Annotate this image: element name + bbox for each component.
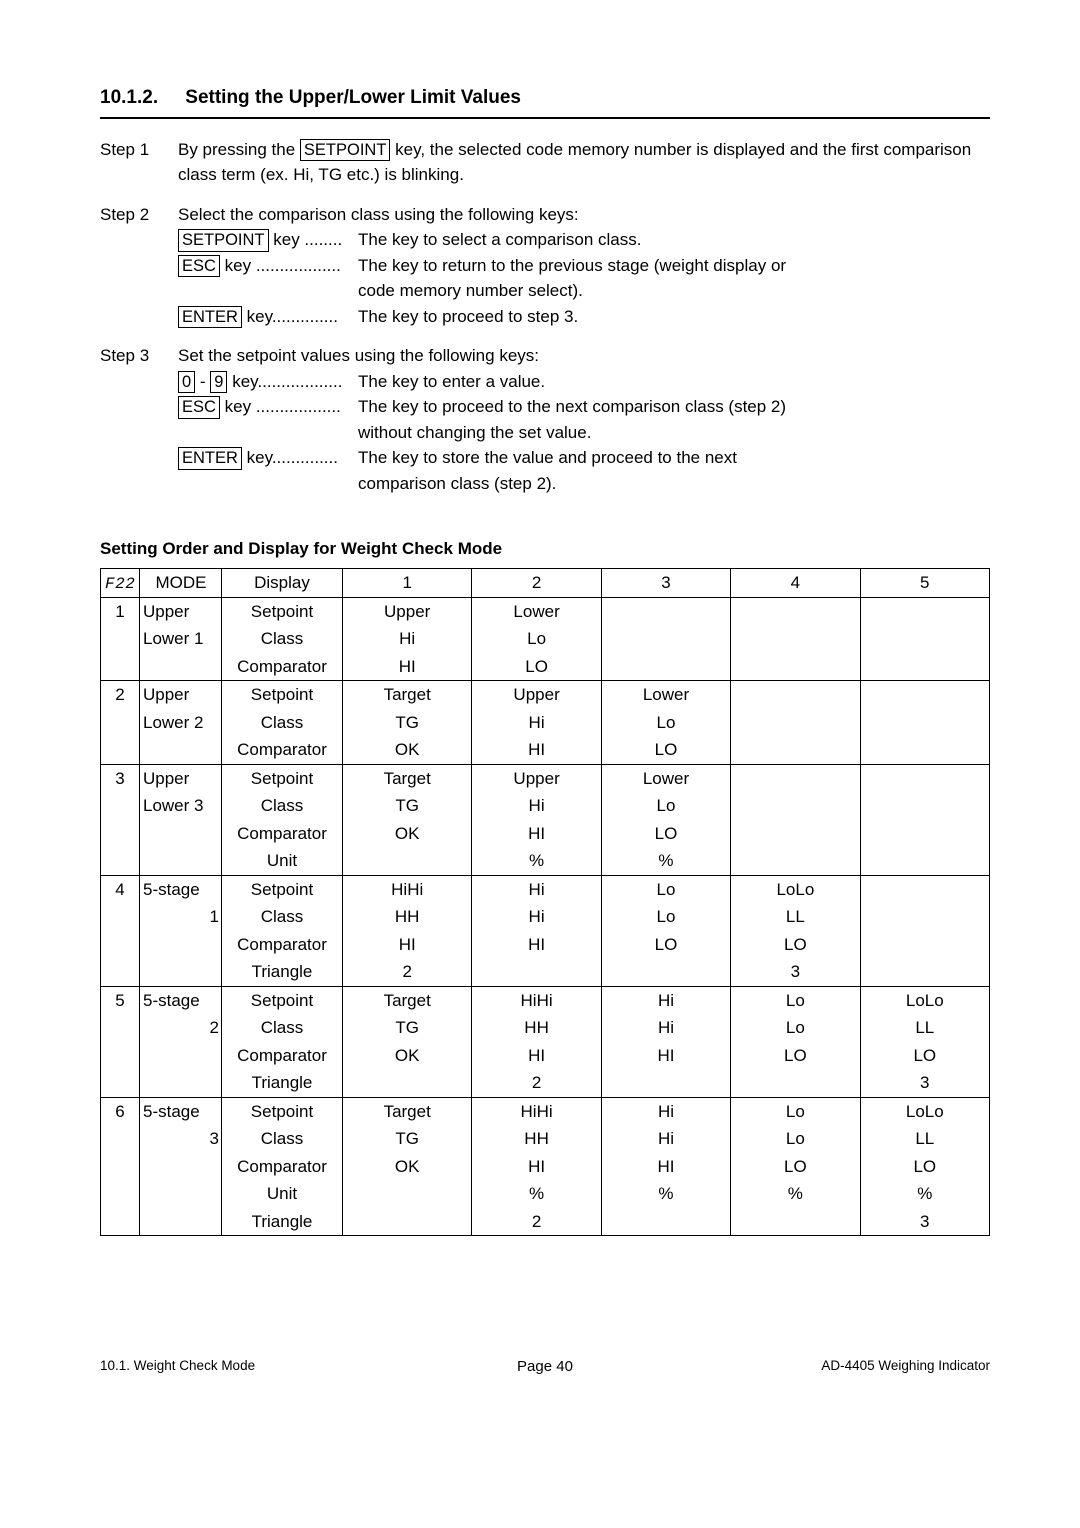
f22-label: F22 [105, 575, 135, 593]
step-label: Step 1 [100, 137, 178, 188]
table-row: ComparatorOKHILO [101, 820, 990, 848]
esc-key: ESC [178, 396, 220, 419]
enter-key: ENTER [178, 447, 242, 470]
setpoint-key: SETPOINT [300, 139, 391, 162]
section-title: Setting the Upper/Lower Limit Values [185, 87, 521, 108]
sub-heading: Setting Order and Display for Weight Che… [100, 536, 990, 562]
step-label: Step 2 [100, 202, 178, 330]
esc-key: ESC [178, 255, 220, 278]
table-row: 1ClassHHHiLoLL [101, 903, 990, 931]
table-row: Lower 1ClassHiLo [101, 625, 990, 653]
table-row: Unit%% [101, 847, 990, 875]
nine-key: 9 [210, 371, 227, 394]
table-row: 2ClassTGHHHiLoLL [101, 1014, 990, 1042]
step-2: Step 2 Select the comparison class using… [100, 202, 990, 330]
table-row: ComparatorOKHIHILOLO [101, 1042, 990, 1070]
section-number: 10.1.2. [100, 84, 180, 113]
table-row: ComparatorHILO [101, 653, 990, 681]
footer-page: Page 40 [100, 1356, 990, 1379]
page-footer: 10.1. Weight Check Mode Page 40 AD-4405 … [100, 1356, 990, 1376]
table-row: Unit%%%% [101, 1180, 990, 1208]
table-row: Triangle23 [101, 1208, 990, 1236]
step-body: Select the comparison class using the fo… [178, 202, 990, 330]
step-body: Set the setpoint values using the follow… [178, 343, 990, 496]
table-row: Lower 2ClassTGHiLo [101, 709, 990, 737]
table-row: ComparatorOKHILO [101, 736, 990, 764]
table-row: ComparatorOKHIHILOLO [101, 1153, 990, 1181]
setpoint-key: SETPOINT [178, 229, 269, 252]
table-header-row: F22 MODE Display 1 2 3 4 5 [101, 568, 990, 597]
table-row: 3ClassTGHHHiLoLL [101, 1125, 990, 1153]
zero-key: 0 [178, 371, 195, 394]
table-row: 65-stageSetpointTargetHiHiHiLoLoLo [101, 1097, 990, 1125]
table-row: 3UpperSetpointTargetUpperLower [101, 764, 990, 792]
table-row: 2UpperSetpointTargetUpperLower [101, 681, 990, 709]
step-label: Step 3 [100, 343, 178, 496]
section-heading: 10.1.2. Setting the Upper/Lower Limit Va… [100, 84, 990, 119]
step-3: Step 3 Set the setpoint values using the… [100, 343, 990, 496]
table-row: Triangle23 [101, 958, 990, 986]
table-row: Triangle23 [101, 1069, 990, 1097]
table-row: 55-stageSetpointTargetHiHiHiLoLoLo [101, 986, 990, 1014]
table-row: ComparatorHIHILOLO [101, 931, 990, 959]
step-1: Step 1 By pressing the SETPOINT key, the… [100, 137, 990, 188]
enter-key: ENTER [178, 306, 242, 329]
step-body: By pressing the SETPOINT key, the select… [178, 137, 990, 188]
table-row: 45-stageSetpointHiHiHiLoLoLo [101, 875, 990, 903]
table-row: Lower 3ClassTGHiLo [101, 792, 990, 820]
table-row: 1UpperSetpointUpperLower [101, 597, 990, 625]
weight-check-table: F22 MODE Display 1 2 3 4 5 1UpperSetpoin… [100, 568, 990, 1237]
